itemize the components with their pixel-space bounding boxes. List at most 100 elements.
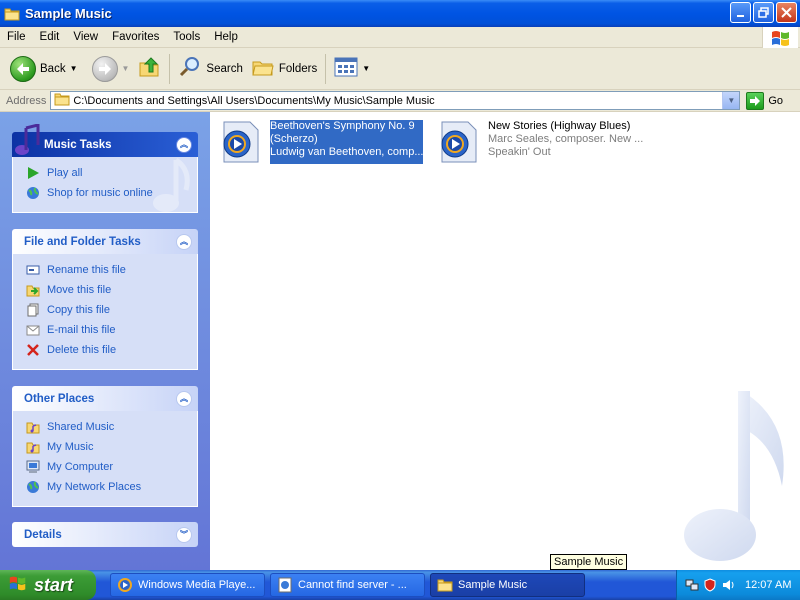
views-icon: [334, 56, 358, 81]
expand-icon[interactable]: ︾: [176, 526, 192, 543]
wma-file-icon: [436, 120, 480, 164]
start-button[interactable]: start: [0, 570, 96, 600]
menu-file[interactable]: File: [0, 27, 33, 48]
title-bar[interactable]: Sample Music: [0, 0, 800, 27]
wma-file-icon: [218, 120, 262, 164]
music-note-icon: [14, 123, 44, 161]
taskbar-button-label: Sample Music: [458, 579, 528, 591]
address-value: C:\Documents and Settings\All Users\Docu…: [73, 94, 435, 107]
up-folder-button[interactable]: [133, 52, 165, 86]
close-button[interactable]: [776, 2, 797, 23]
music-note-watermark-icon: [660, 383, 800, 570]
file-folder-tasks-title: File and Folder Tasks: [24, 235, 141, 248]
place-label: Shared Music: [47, 421, 115, 433]
task-label: Shop for music online: [47, 187, 153, 199]
place-my-network[interactable]: My Network Places: [25, 477, 189, 497]
folder-icon: [54, 92, 70, 109]
toolbar: Back ▼ ▼ Search Folders ▼: [0, 48, 800, 90]
task-label: Play all: [47, 167, 83, 179]
file-text: New Stories (Highway Blues) Marc Seales,…: [488, 120, 643, 164]
file-title: New Stories (Highway Blues): [488, 120, 631, 132]
copy-file-icon: [25, 302, 41, 318]
tooltip: Sample Music: [550, 554, 628, 570]
collapse-icon[interactable]: ︽: [176, 390, 192, 407]
file-composer: Ludwig van Beethoven, comp...: [270, 146, 424, 158]
menu-favorites[interactable]: Favorites: [105, 27, 166, 48]
back-label: Back: [40, 62, 66, 75]
network-places-icon: [25, 479, 41, 495]
file-folder-tasks-header[interactable]: File and Folder Tasks ︽: [12, 229, 198, 254]
taskbar: start Windows Media Playe... Cannot find…: [0, 570, 800, 600]
details-header[interactable]: Details ︾: [12, 522, 198, 547]
task-label: E-mail this file: [47, 324, 116, 336]
place-label: My Music: [47, 441, 94, 453]
go-button[interactable]: Go: [746, 91, 784, 110]
back-arrow-icon: [10, 55, 36, 82]
menu-bar: File Edit View Favorites Tools Help: [0, 27, 800, 48]
taskbar-button-browser[interactable]: Cannot find server - ...: [270, 573, 425, 597]
taskbar-button-label: Cannot find server - ...: [298, 579, 407, 591]
windows-logo-icon: [8, 574, 28, 597]
other-places-header[interactable]: Other Places ︽: [12, 386, 198, 411]
menu-edit[interactable]: Edit: [33, 27, 67, 48]
network-tray-icon[interactable]: [685, 578, 699, 592]
address-input[interactable]: C:\Documents and Settings\All Users\Docu…: [50, 91, 741, 110]
place-my-computer[interactable]: My Computer: [25, 457, 189, 477]
collapse-icon[interactable]: ︽: [176, 233, 192, 250]
window-title: Sample Music: [25, 6, 112, 21]
volume-icon[interactable]: [721, 578, 735, 592]
security-shield-icon[interactable]: [703, 578, 717, 592]
chevron-down-icon[interactable]: ▼: [70, 64, 78, 73]
menu-view[interactable]: View: [66, 27, 105, 48]
folders-button[interactable]: Folders: [247, 52, 321, 86]
forward-arrow-icon: [91, 55, 118, 82]
task-delete-file[interactable]: Delete this file: [25, 340, 189, 360]
file-folder-tasks-panel: File and Folder Tasks ︽ Rename this file…: [12, 229, 198, 370]
rename-icon: [25, 262, 41, 278]
folders-icon: [251, 55, 275, 82]
play-icon: [25, 165, 41, 181]
task-label: Rename this file: [47, 264, 126, 276]
email-icon: [25, 322, 41, 338]
file-title: Beethoven's Symphony No. 9: [270, 120, 415, 132]
taskbar-button-label: Windows Media Playe...: [138, 579, 256, 591]
views-button[interactable]: ▼: [330, 52, 374, 86]
restore-icon: [758, 7, 769, 18]
file-folder-tasks-body: Rename this file Move this file Copy thi…: [12, 254, 198, 370]
minimize-button[interactable]: [730, 2, 751, 23]
search-button[interactable]: Search: [174, 52, 246, 86]
other-places-body: Shared Music My Music My Computer My Net…: [12, 411, 198, 507]
maximize-button[interactable]: [753, 2, 774, 23]
music-note-watermark-icon: [141, 157, 197, 212]
address-dropdown-button[interactable]: ▼: [722, 92, 740, 109]
place-label: My Network Places: [47, 481, 142, 493]
file-list-view[interactable]: Beethoven's Symphony No. 9 (Scherzo) Lud…: [210, 112, 800, 570]
task-rename-file[interactable]: Rename this file: [25, 260, 189, 280]
taskbar-button-media-player[interactable]: Windows Media Playe...: [110, 573, 265, 597]
media-player-icon: [117, 577, 133, 593]
task-move-file[interactable]: Move this file: [25, 280, 189, 300]
address-bar: Address C:\Documents and Settings\All Us…: [0, 90, 800, 112]
chevron-down-icon[interactable]: ▼: [122, 64, 130, 73]
minimize-icon: [736, 14, 744, 17]
place-shared-music[interactable]: Shared Music: [25, 417, 189, 437]
music-tasks-header[interactable]: Music Tasks ︽: [12, 123, 198, 157]
forward-button[interactable]: ▼: [88, 52, 134, 86]
task-label: Delete this file: [47, 344, 117, 356]
collapse-icon[interactable]: ︽: [176, 136, 192, 153]
file-item[interactable]: New Stories (Highway Blues) Marc Seales,…: [436, 120, 643, 164]
menu-help[interactable]: Help: [207, 27, 245, 48]
file-item[interactable]: Beethoven's Symphony No. 9 (Scherzo) Lud…: [218, 120, 424, 164]
back-button[interactable]: Back ▼: [6, 52, 82, 86]
task-copy-file[interactable]: Copy this file: [25, 300, 189, 320]
file-composer: Marc Seales, composer. New ...: [488, 133, 644, 145]
chevron-down-icon[interactable]: ▼: [362, 64, 370, 73]
place-my-music[interactable]: My Music: [25, 437, 189, 457]
music-tasks-title: Music Tasks: [44, 138, 112, 151]
menu-tools[interactable]: Tools: [166, 27, 207, 48]
delete-icon: [25, 342, 41, 358]
go-label: Go: [768, 94, 784, 107]
taskbar-button-sample-music[interactable]: Sample Music: [430, 573, 585, 597]
task-email-file[interactable]: E-mail this file: [25, 320, 189, 340]
go-arrow-icon: [746, 91, 765, 110]
